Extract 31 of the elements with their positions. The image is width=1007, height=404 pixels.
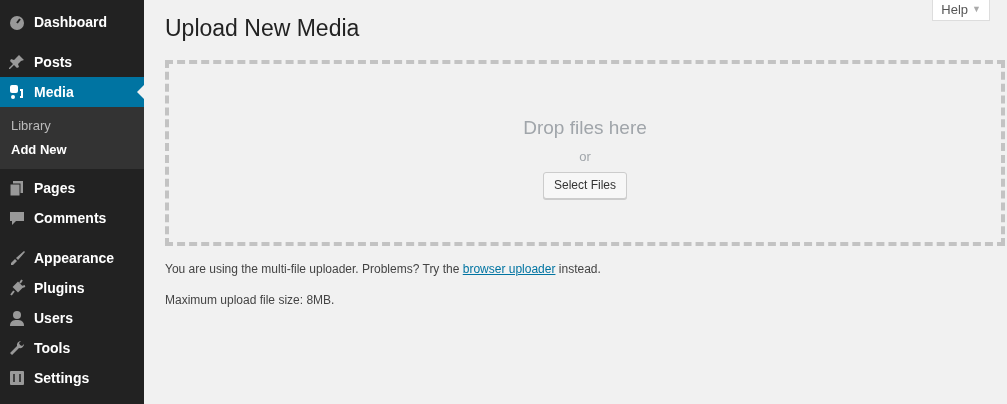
plug-icon [8,279,26,297]
menu-item[interactable]: Pages [0,173,144,203]
menu-item[interactable]: Appearance [0,243,144,273]
menu-item[interactable]: Plugins [0,273,144,303]
pin-icon [8,53,26,71]
menu-item[interactable]: Dashboard [0,7,144,37]
user-icon [8,309,26,327]
menu-item[interactable]: Comments [0,203,144,233]
uploader-note: You are using the multi-file uploader. Problems? Try the browser uploader instead. [165,261,602,278]
drop-heading: Drop files here [523,115,647,140]
submenu-item[interactable]: Library [0,114,144,138]
or-label: or [579,148,591,166]
browser-uploader-link[interactable]: browser uploader [462,262,556,276]
menu-item[interactable]: Tools [0,333,144,363]
menu-item[interactable]: Media [0,77,144,107]
comment-icon [8,209,26,227]
submenu-item[interactable]: Add New [0,138,144,162]
settings-icon [8,369,26,387]
dashboard-icon [8,13,26,31]
menu-item[interactable]: Posts [0,47,144,77]
menu-item[interactable]: Users [0,303,144,333]
pages-icon [8,179,26,197]
current-pointer-icon [137,85,144,99]
select-files-button[interactable]: Select Files [543,171,627,199]
brush-icon [8,249,26,267]
caret-icon: ▼ [972,3,981,17]
help-button[interactable]: Help ▼ [932,0,990,21]
media-icon [8,83,26,101]
menu-item[interactable]: Settings [0,363,144,393]
max-size-note: Maximum upload file size: 8MB. [165,292,336,309]
wrench-icon [8,339,26,357]
